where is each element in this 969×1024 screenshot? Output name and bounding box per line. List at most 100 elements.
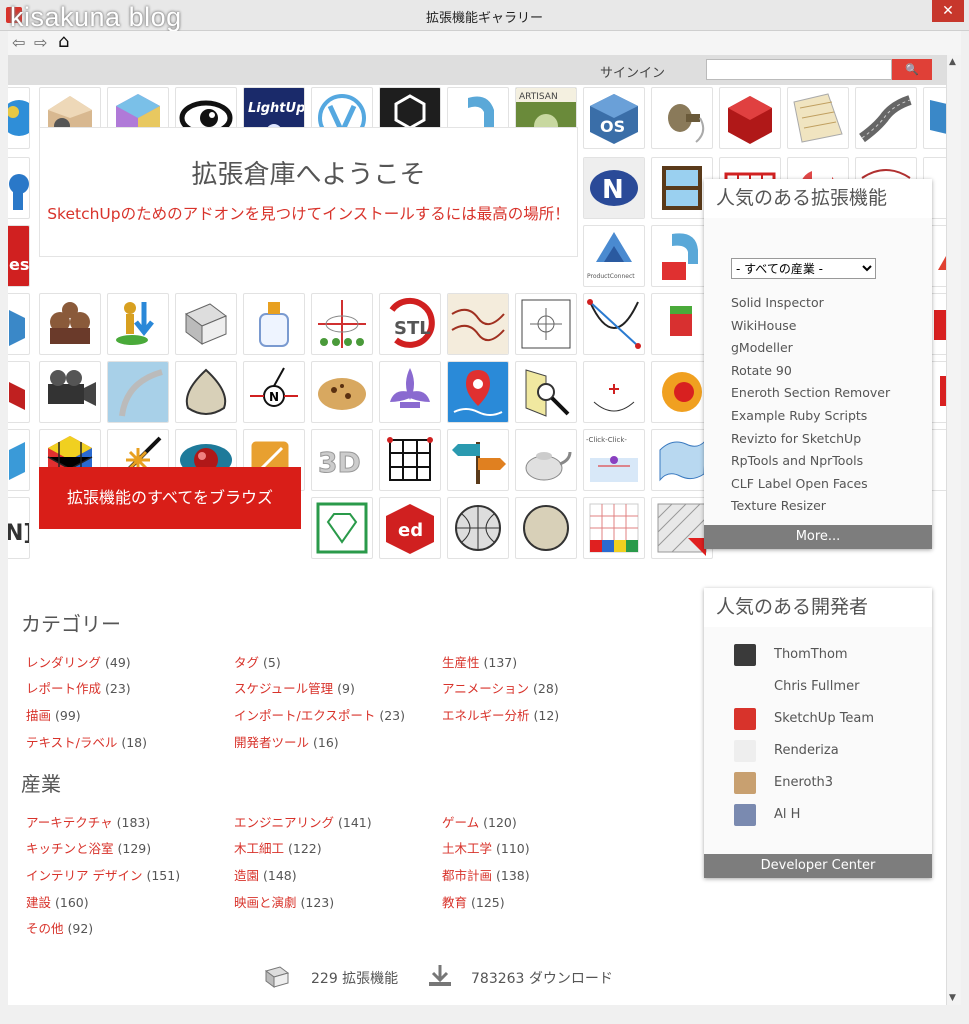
extension-tile[interactable]: N] — [8, 497, 30, 559]
extension-tile[interactable] — [515, 497, 577, 559]
industry-link[interactable]: キッチンと浴室 (129) — [26, 838, 151, 857]
signin-link[interactable]: サインイン — [600, 62, 665, 81]
extension-tile[interactable] — [515, 293, 577, 355]
category-link[interactable]: 生産性 (137) — [442, 652, 517, 671]
extension-tile[interactable] — [107, 293, 169, 355]
industry-link[interactable]: 土木工学 (110) — [442, 838, 530, 857]
extension-tile[interactable] — [447, 429, 509, 491]
industry-link[interactable]: 映画と演劇 (123) — [234, 892, 334, 911]
popular-extension-link[interactable]: Example Ruby Scripts — [731, 408, 890, 431]
category-link[interactable]: アニメーション (28) — [442, 678, 559, 697]
scroll-down-icon[interactable]: ▼ — [949, 993, 956, 1003]
extension-tile[interactable] — [447, 497, 509, 559]
extension-tile[interactable] — [39, 361, 101, 423]
extension-tile[interactable] — [8, 361, 30, 423]
category-link[interactable]: レポート作成 (23) — [26, 678, 131, 697]
vertical-scrollbar[interactable]: ▲ ▼ — [946, 55, 961, 1005]
industry-link[interactable]: 都市計画 (138) — [442, 865, 530, 884]
developer-link[interactable]: Al H — [734, 804, 874, 836]
forward-arrow-icon[interactable]: ⇨ — [34, 33, 47, 52]
popular-extension-link[interactable]: WikiHouse — [731, 318, 890, 341]
extension-tile[interactable] — [243, 293, 305, 355]
extension-tile[interactable] — [447, 293, 509, 355]
developer-link[interactable]: Renderiza — [734, 740, 874, 772]
home-icon[interactable]: ⌂ — [58, 31, 69, 52]
extension-tile[interactable] — [583, 361, 645, 423]
close-button[interactable]: ✕ — [932, 0, 964, 22]
search-input[interactable] — [706, 59, 892, 80]
extension-tile[interactable] — [651, 87, 713, 149]
industry-filter-select[interactable]: - すべての産業 - — [731, 258, 876, 279]
extension-tile[interactable] — [39, 293, 101, 355]
extension-tile[interactable]: N — [583, 157, 645, 219]
browse-all-extensions-button[interactable]: 拡張機能のすべてをブラウズ — [39, 467, 301, 529]
extension-tile[interactable] — [447, 361, 509, 423]
popular-extension-link[interactable]: CLF Label Open Faces — [731, 476, 890, 499]
extension-tile[interactable] — [379, 361, 441, 423]
industry-link[interactable]: 造園 (148) — [234, 865, 297, 884]
industry-link[interactable]: 建設 (160) — [26, 892, 89, 911]
industry-link[interactable]: 木工細工 (122) — [234, 838, 322, 857]
category-link[interactable]: レンダリング (49) — [26, 652, 131, 671]
industry-link[interactable]: エンジニアリング (141) — [234, 812, 372, 831]
scroll-up-icon[interactable]: ▲ — [949, 57, 956, 67]
extension-tile[interactable] — [311, 293, 373, 355]
developer-name: Al H — [774, 807, 801, 822]
industry-link[interactable]: アーキテクチャ (183) — [26, 812, 150, 831]
extension-tile[interactable]: STL — [379, 293, 441, 355]
extension-tile[interactable] — [8, 429, 30, 491]
extension-tile[interactable] — [787, 87, 849, 149]
category-link[interactable]: 描画 (99) — [26, 705, 81, 724]
extension-tile[interactable] — [311, 361, 373, 423]
industry-link[interactable]: インテリア デザイン (151) — [26, 865, 180, 884]
extension-tile[interactable]: es — [8, 225, 30, 287]
extension-tile[interactable] — [515, 361, 577, 423]
extension-tile[interactable] — [923, 87, 946, 149]
extension-tile[interactable]: N — [243, 361, 305, 423]
category-link[interactable]: インポート/エクスポート (23) — [234, 705, 405, 724]
extension-tile[interactable] — [175, 293, 237, 355]
category-link[interactable]: エネルギー分析 (12) — [442, 705, 559, 724]
category-link[interactable]: 開発者ツール (16) — [234, 732, 339, 751]
popular-extension-link[interactable]: RpTools and NprTools — [731, 453, 890, 476]
extension-tile[interactable] — [107, 361, 169, 423]
more-extensions-button[interactable]: More... — [704, 525, 932, 549]
popular-extension-link[interactable]: Revizto for SketchUp — [731, 431, 890, 454]
developer-center-button[interactable]: Developer Center — [704, 854, 932, 878]
industry-link[interactable]: 教育 (125) — [442, 892, 505, 911]
industry-link[interactable]: ゲーム (120) — [442, 812, 517, 831]
developer-name: ThomThom — [774, 647, 848, 662]
extension-tile[interactable]: -Click-Click- — [583, 429, 645, 491]
extension-tile[interactable] — [311, 497, 373, 559]
extension-tile[interactable]: ed — [379, 497, 441, 559]
popular-extension-link[interactable]: Rotate 90 — [731, 363, 890, 386]
extension-tile[interactable] — [719, 87, 781, 149]
popular-extension-link[interactable]: Texture Resizer — [731, 498, 890, 521]
extension-tile[interactable] — [8, 87, 30, 149]
extension-tile[interactable] — [855, 87, 917, 149]
extension-tile[interactable] — [583, 293, 645, 355]
extension-tile[interactable] — [583, 497, 645, 559]
extension-tile[interactable]: ProductConnect — [583, 225, 645, 287]
developer-link[interactable]: Chris Fullmer — [734, 676, 874, 708]
popular-extension-link[interactable]: gModeller — [731, 340, 890, 363]
extension-tile[interactable] — [515, 429, 577, 491]
category-link[interactable]: テキスト/ラベル (18) — [26, 732, 147, 751]
popular-extension-link[interactable]: Eneroth Section Remover — [731, 385, 890, 408]
developer-link[interactable]: ThomThom — [734, 644, 874, 676]
category-link[interactable]: スケジュール管理 (9) — [234, 678, 355, 697]
popular-extension-link[interactable]: Solid Inspector — [731, 295, 890, 318]
extension-tile[interactable] — [8, 293, 30, 355]
extension-tile[interactable]: OS — [583, 87, 645, 149]
extension-tile[interactable]: 3D — [311, 429, 373, 491]
back-arrow-icon[interactable]: ⇦ — [12, 33, 25, 52]
developer-link[interactable]: Eneroth3 — [734, 772, 874, 804]
developer-link[interactable]: SketchUp Team — [734, 708, 874, 740]
extension-tile[interactable] — [8, 157, 30, 219]
search-button[interactable]: 🔍 — [892, 59, 932, 80]
extension-tile[interactable] — [175, 361, 237, 423]
header-bar: サインイン 🔍 — [8, 55, 946, 85]
category-link[interactable]: タグ (5) — [234, 652, 281, 671]
extension-tile[interactable] — [379, 429, 441, 491]
industry-link[interactable]: その他 (92) — [26, 918, 93, 937]
